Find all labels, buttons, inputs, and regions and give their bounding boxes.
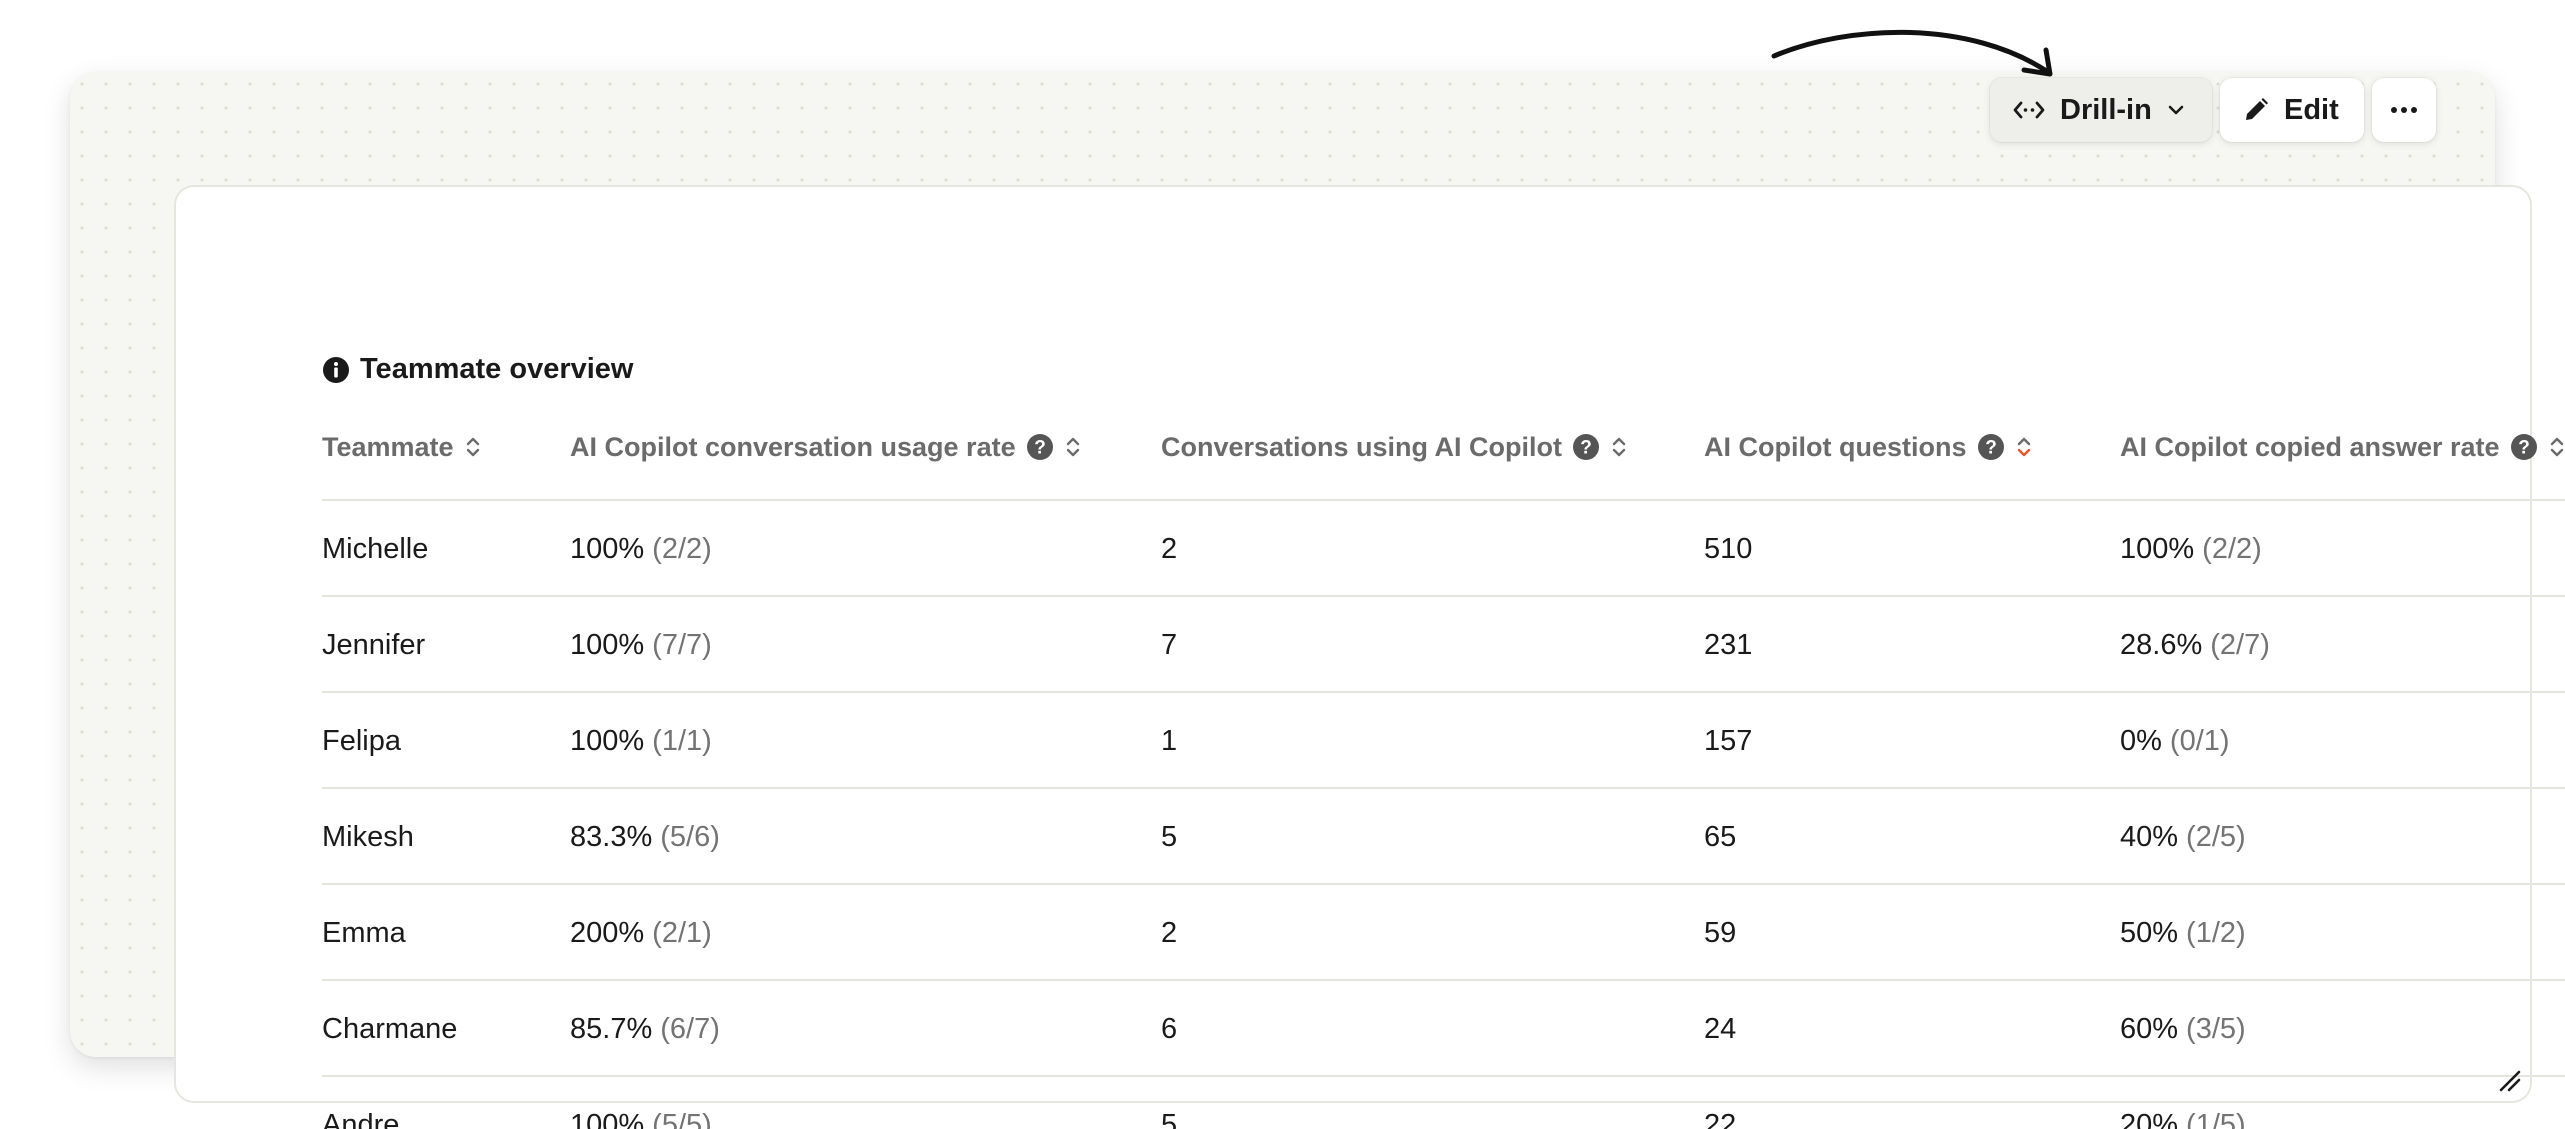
more-horizontal-icon xyxy=(2391,107,2417,113)
questions-cell: 65 xyxy=(1704,820,1737,853)
teammate-name[interactable]: Charmane xyxy=(322,981,457,1077)
report-canvas: Teammate overview Teammate AI Copilot co… xyxy=(70,72,2565,1129)
annotation-arrow-icon xyxy=(1771,29,2053,77)
conversations-cell: 1 xyxy=(1161,724,1178,757)
teammate-overview-widget: Teammate overview Teammate AI Copilot co… xyxy=(174,185,2565,1129)
usage-rate-cell: 100% (2/2) xyxy=(570,532,712,565)
conversations-cell: 7 xyxy=(1161,628,1178,661)
table-row[interactable]: Jennifer 100% (7/7) 7 231 28.6% (2/7) xyxy=(322,595,2565,691)
sort-icon[interactable] xyxy=(464,433,482,461)
widget-title: Teammate overview xyxy=(360,353,634,385)
usage-rate-cell: 83.3% (5/6) xyxy=(570,820,720,853)
chevron-down-icon xyxy=(2168,105,2184,115)
questions-cell: 231 xyxy=(1704,628,1753,661)
teammate-name[interactable]: Michelle xyxy=(322,501,428,597)
copied-rate-cell: 100% (2/2) xyxy=(2120,532,2262,565)
copied-rate-cell: 40% (2/5) xyxy=(2120,820,2246,853)
widget-toolbar: Drill-in Edit xyxy=(1990,78,2436,142)
questions-cell: 157 xyxy=(1704,724,1753,757)
usage-rate-cell: 200% (2/1) xyxy=(570,916,712,949)
edit-button[interactable]: Edit xyxy=(2220,78,2364,142)
conversations-cell: 5 xyxy=(1161,820,1178,853)
copied-rate-cell: 50% (1/2) xyxy=(2120,916,2246,949)
svg-text:?: ? xyxy=(1034,438,1046,459)
conversations-cell: 6 xyxy=(1161,1012,1178,1045)
column-header-usage-rate[interactable]: AI Copilot conversation usage rate ? xyxy=(570,427,1082,467)
questions-cell: 24 xyxy=(1704,1012,1737,1045)
copied-rate-cell: 28.6% (2/7) xyxy=(2120,628,2270,661)
conversations-cell: 2 xyxy=(1161,532,1178,565)
teammate-name[interactable]: Andre xyxy=(322,1077,399,1129)
column-header-conversations[interactable]: Conversations using AI Copilot ? xyxy=(1161,427,1628,467)
code-brackets-icon xyxy=(2013,101,2045,119)
usage-rate-cell: 100% (1/1) xyxy=(570,724,712,757)
resize-handle-icon[interactable] xyxy=(2496,1067,2522,1093)
help-icon[interactable]: ? xyxy=(1026,433,1054,461)
conversations-cell: 2 xyxy=(1161,916,1178,949)
help-icon[interactable]: ? xyxy=(1572,433,1600,461)
sort-icon[interactable] xyxy=(2548,433,2565,461)
column-header-copied-rate[interactable]: AI Copilot copied answer rate ? xyxy=(2120,427,2565,467)
drill-in-button[interactable]: Drill-in xyxy=(1990,78,2212,142)
teammate-name[interactable]: Jennifer xyxy=(322,597,425,693)
usage-rate-cell: 85.7% (6/7) xyxy=(570,1012,720,1045)
help-icon[interactable]: ? xyxy=(1977,433,2005,461)
questions-cell: 59 xyxy=(1704,916,1737,949)
table-row[interactable]: Felipa 100% (1/1) 1 157 0% (0/1) xyxy=(322,691,2565,787)
column-header-questions[interactable]: AI Copilot questions ? xyxy=(1704,427,2033,467)
column-header-teammate[interactable]: Teammate xyxy=(322,427,482,467)
copied-rate-cell: 20% (1/5) xyxy=(2120,1108,2246,1129)
svg-text:?: ? xyxy=(1580,438,1592,459)
table-row[interactable]: Charmane 85.7% (6/7) 6 24 60% (3/5) xyxy=(322,979,2565,1075)
table-row[interactable]: Emma 200% (2/1) 2 59 50% (1/2) xyxy=(322,883,2565,979)
svg-text:?: ? xyxy=(1985,438,1997,459)
sort-icon[interactable] xyxy=(1610,433,1628,461)
teammate-name[interactable]: Mikesh xyxy=(322,789,414,885)
questions-cell: 22 xyxy=(1704,1108,1737,1129)
copied-rate-cell: 60% (3/5) xyxy=(2120,1012,2246,1045)
questions-cell: 510 xyxy=(1704,532,1753,565)
sort-icon[interactable] xyxy=(1064,433,1082,461)
teammate-name[interactable]: Emma xyxy=(322,885,406,981)
usage-rate-cell: 100% (7/7) xyxy=(570,628,712,661)
help-icon[interactable]: ? xyxy=(2510,433,2538,461)
more-options-button[interactable] xyxy=(2372,78,2436,142)
table-row[interactable]: Andre 100% (5/5) 5 22 20% (1/5) xyxy=(322,1075,2565,1129)
svg-text:?: ? xyxy=(2518,438,2530,459)
info-icon xyxy=(323,356,349,383)
table-row[interactable]: Michelle 100% (2/2) 2 510 100% (2/2) xyxy=(322,499,2565,595)
usage-rate-cell: 100% (5/5) xyxy=(570,1108,712,1129)
conversations-cell: 5 xyxy=(1161,1108,1178,1129)
copied-rate-cell: 0% (0/1) xyxy=(2120,724,2230,757)
teammate-name[interactable]: Felipa xyxy=(322,693,401,789)
widget-header: Teammate overview xyxy=(322,353,634,386)
table-row[interactable]: Mikesh 83.3% (5/6) 5 65 40% (2/5) xyxy=(322,787,2565,883)
pencil-icon xyxy=(2246,98,2268,120)
table-header: Teammate AI Copilot conversation usage r… xyxy=(176,427,2563,467)
sort-active-icon[interactable] xyxy=(2015,433,2033,461)
